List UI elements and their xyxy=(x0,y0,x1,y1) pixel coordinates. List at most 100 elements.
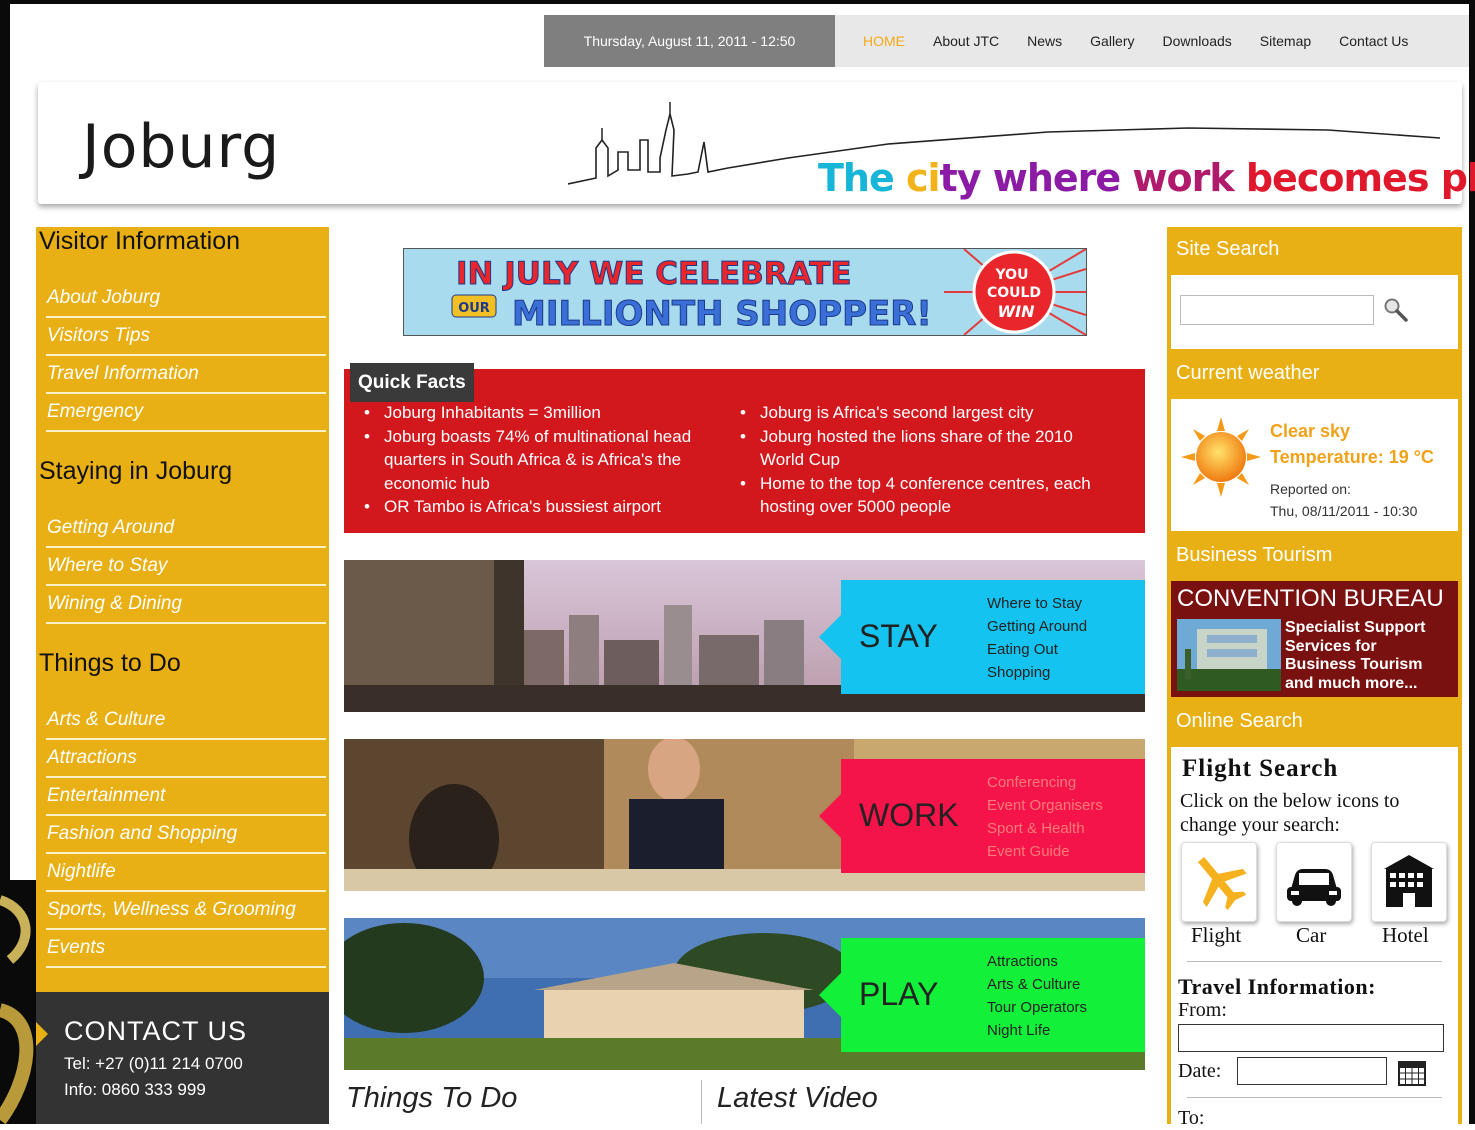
travel-information-title: Travel Information: xyxy=(1178,974,1376,999)
banner-our: OUR xyxy=(458,301,490,316)
car-option-button[interactable] xyxy=(1276,842,1352,922)
stay-link[interactable]: Getting Around xyxy=(987,615,1087,638)
convention-bureau-ad[interactable]: CONVENTION BUREAU Specialist Support Ser… xyxy=(1171,581,1458,697)
tagline-part: play. xyxy=(1440,156,1475,200)
tagline-part: The xyxy=(818,156,906,200)
car-option-label: Car xyxy=(1296,923,1327,947)
sidebar-item-sports-wellness[interactable]: Sports, Wellness & Grooming xyxy=(46,891,326,930)
convention-line: Specialist Support xyxy=(1285,619,1426,636)
sidebar-item-nightlife[interactable]: Nightlife xyxy=(46,853,326,892)
stay-link[interactable]: Where to Stay xyxy=(987,592,1087,615)
feature-stay[interactable]: STAY Where to Stay Getting Around Eating… xyxy=(344,560,1145,712)
work-link[interactable]: Event Guide xyxy=(987,840,1103,863)
work-link[interactable]: Conferencing xyxy=(987,771,1103,794)
nav-about-jtc[interactable]: About JTC xyxy=(933,33,999,49)
calendar-icon[interactable] xyxy=(1397,1057,1427,1087)
sidebar-item-label: Getting Around xyxy=(47,517,175,538)
sidebar-heading-visitor-information: Visitor Information xyxy=(39,227,241,255)
convention-line: Business Tourism xyxy=(1285,656,1423,673)
work-panel: WORK Conferencing Event Organisers Sport… xyxy=(819,759,1145,873)
divider xyxy=(1187,1097,1442,1098)
work-links: Conferencing Event Organisers Sport & He… xyxy=(987,771,1103,863)
weather-reported-label: Reported on: xyxy=(1270,481,1351,497)
sidebar-item-label: Entertainment xyxy=(47,785,166,806)
online-search-heading: Online Search xyxy=(1176,710,1303,732)
promo-banner[interactable]: YOU COULD WIN IN JULY WE CELEBRATE OUR M… xyxy=(403,248,1087,336)
site-search-input[interactable] xyxy=(1180,295,1374,325)
stay-link[interactable]: Shopping xyxy=(987,661,1087,684)
contact-tel: Tel: +27 (0)11 214 0700 xyxy=(64,1054,243,1073)
play-link[interactable]: Arts & Culture xyxy=(987,973,1087,996)
sidebar-item-wining-dining[interactable]: Wining & Dining xyxy=(46,585,326,624)
work-link[interactable]: Event Organisers xyxy=(987,794,1103,817)
sidebar-item-label: Fashion and Shopping xyxy=(47,823,238,844)
hotel-icon xyxy=(1384,855,1434,907)
nav-news[interactable]: News xyxy=(1027,33,1062,49)
search-icon[interactable] xyxy=(1383,297,1409,323)
date-label: Date: xyxy=(1178,1060,1222,1082)
convention-line: Services for xyxy=(1285,637,1377,655)
sidebar-item-visitors-tips[interactable]: Visitors Tips xyxy=(46,317,326,356)
play-link[interactable]: Night Life xyxy=(987,1019,1087,1042)
nav-home[interactable]: HOME xyxy=(863,33,905,49)
date-input[interactable] xyxy=(1237,1057,1387,1085)
nav-gallery[interactable]: Gallery xyxy=(1090,33,1134,49)
sidebar-item-label: Events xyxy=(47,937,106,958)
weather-condition: Clear sky xyxy=(1270,421,1351,441)
tagline-part: where xyxy=(992,156,1133,200)
current-datetime: Thursday, August 11, 2011 - 12:50 xyxy=(544,15,835,67)
stay-links: Where to Stay Getting Around Eating Out … xyxy=(987,592,1087,684)
sidebar-item-where-to-stay[interactable]: Where to Stay xyxy=(46,547,326,586)
from-input[interactable] xyxy=(1178,1024,1444,1052)
sidebar-item-getting-around[interactable]: Getting Around xyxy=(46,509,326,548)
sidebar-item-label: Arts & Culture xyxy=(47,709,166,730)
play-link[interactable]: Tour Operators xyxy=(987,996,1087,1019)
sidebar-item-fashion-shopping[interactable]: Fashion and Shopping xyxy=(46,815,326,854)
quick-fact-item: Joburg is Africa's second largest city xyxy=(720,401,1120,425)
nav-downloads[interactable]: Downloads xyxy=(1163,33,1232,49)
site-search-heading: Site Search xyxy=(1176,238,1280,260)
banner-graphic: YOU COULD WIN IN JULY WE CELEBRATE OUR M… xyxy=(404,249,1086,335)
contact-title: CONTACT US xyxy=(64,1016,248,1046)
hotel-option-label: Hotel xyxy=(1382,923,1429,947)
joburg-logo[interactable]: Joburg xyxy=(82,112,280,182)
play-panel: PLAY Attractions Arts & Culture Tour Ope… xyxy=(819,938,1145,1052)
sidebar-item-arts-culture[interactable]: Arts & Culture xyxy=(46,701,326,740)
banner-line1: IN JULY WE CELEBRATE xyxy=(456,256,852,292)
stay-title: STAY xyxy=(859,618,938,654)
sidebar-item-about-joburg[interactable]: About Joburg xyxy=(46,279,326,318)
car-icon xyxy=(1287,869,1341,906)
divider xyxy=(1187,961,1442,962)
sidebar-item-label: Travel Information xyxy=(47,363,199,384)
flight-option-button[interactable] xyxy=(1181,842,1257,922)
sidebar-item-label: Attractions xyxy=(47,747,137,768)
convention-building-image xyxy=(1177,619,1281,691)
stay-panel: STAY Where to Stay Getting Around Eating… xyxy=(819,580,1145,694)
feature-play[interactable]: PLAY Attractions Arts & Culture Tour Ope… xyxy=(344,918,1145,1070)
hotel-option-button[interactable] xyxy=(1371,842,1447,922)
airplane-icon xyxy=(1197,856,1247,911)
nav-contact-us[interactable]: Contact Us xyxy=(1339,33,1408,49)
nav-sitemap[interactable]: Sitemap xyxy=(1260,33,1311,49)
sidebar-item-attractions[interactable]: Attractions xyxy=(46,739,326,778)
quick-facts-title: Quick Facts xyxy=(350,363,474,402)
tagline: The city where work becomes play. xyxy=(818,156,1475,200)
tagline-part: ty xyxy=(939,156,993,200)
feature-work[interactable]: WORK Conferencing Event Organisers Sport… xyxy=(344,739,1145,891)
sidebar-heading-things-to-do: Things to Do xyxy=(39,649,181,677)
latest-video-heading: Latest Video xyxy=(717,1082,878,1114)
sidebar-item-emergency[interactable]: Emergency xyxy=(46,393,326,432)
stay-link[interactable]: Eating Out xyxy=(987,638,1087,661)
sidebar-item-events[interactable]: Events xyxy=(46,929,326,968)
sidebar-item-label: Emergency xyxy=(47,401,144,422)
from-label: From: xyxy=(1178,999,1227,1021)
sidebar-heading-staying-in-joburg: Staying in Joburg xyxy=(39,457,233,485)
sidebar-item-travel-information[interactable]: Travel Information xyxy=(46,355,326,394)
work-link[interactable]: Sport & Health xyxy=(987,817,1103,840)
play-links: Attractions Arts & Culture Tour Operator… xyxy=(987,950,1087,1042)
convention-text: Specialist Support Services for Business… xyxy=(1285,619,1425,693)
play-link[interactable]: Attractions xyxy=(987,950,1087,973)
quick-fact-item: OR Tambo is Africa's bussiest airport xyxy=(344,495,719,519)
banner-line2: MILLIONTH SHOPPER! xyxy=(512,294,932,334)
sidebar-item-entertainment[interactable]: Entertainment xyxy=(46,777,326,816)
